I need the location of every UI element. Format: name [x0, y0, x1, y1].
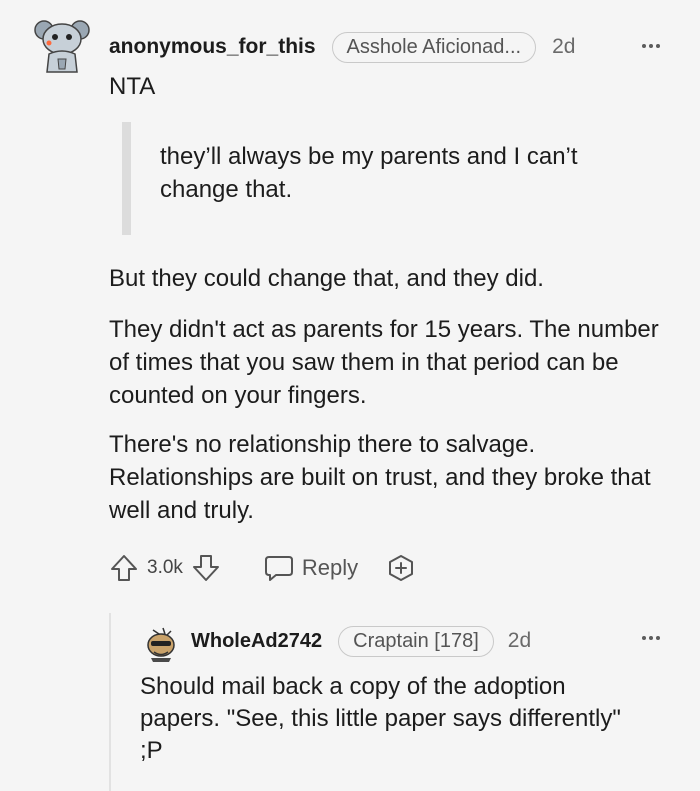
reply-more-options-button[interactable] — [642, 636, 660, 640]
upvote-button[interactable] — [109, 553, 139, 583]
username[interactable]: anonymous_for_this — [109, 35, 316, 59]
blockquote: they’ll always be my parents and I can’t… — [160, 143, 578, 203]
comment-header: anonymous_for_this Asshole Aficionad... … — [109, 31, 575, 63]
avatar[interactable] — [34, 14, 90, 74]
reply-header: WholeAd2742 Craptain [178] 2d — [191, 625, 531, 657]
reply-user-flair: Craptain [178] — [338, 625, 494, 657]
reply-body: Should mail back a copy of the adoption … — [140, 673, 621, 764]
reply-label: Reply — [301, 555, 359, 580]
ellipsis-icon — [642, 636, 646, 640]
reply-button[interactable]: Reply — [263, 553, 358, 583]
user-flair: Asshole Aficionad... — [331, 31, 537, 63]
comment-paragraph: There's no relationship there to salvage… — [109, 431, 651, 524]
reply-bubble-icon — [264, 556, 293, 581]
user-avatar-icon — [147, 627, 175, 662]
reply-timestamp[interactable]: 2d — [508, 629, 531, 653]
more-options-button[interactable] — [642, 44, 660, 48]
verdict-text: NTA — [109, 73, 156, 100]
award-plus-icon — [389, 555, 414, 581]
thread-line[interactable] — [109, 613, 111, 791]
upvote-arrow-icon — [111, 555, 137, 581]
reply-avatar[interactable] — [143, 626, 179, 662]
downvote-button[interactable] — [191, 553, 221, 583]
vote-count: 3.0k — [147, 557, 183, 578]
timestamp[interactable]: 2d — [552, 35, 575, 59]
downvote-arrow-icon — [192, 555, 219, 581]
comment-paragraph: But they could change that, and they did… — [109, 265, 544, 292]
comment-actions: 3.0k Reply — [109, 550, 416, 586]
award-button[interactable] — [386, 553, 416, 583]
snoo-avatar-icon — [34, 20, 90, 73]
comment-paragraph: They didn't act as parents for 15 years.… — [109, 316, 659, 409]
ellipsis-icon — [642, 44, 646, 48]
reply-username[interactable]: WholeAd2742 — [191, 630, 322, 653]
quote-bar — [122, 122, 131, 235]
